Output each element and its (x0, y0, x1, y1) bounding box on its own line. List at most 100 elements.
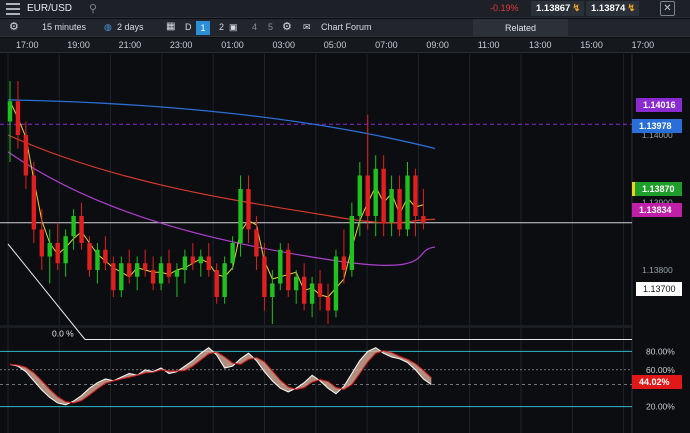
candle-body (405, 175, 410, 230)
candle-body (190, 256, 196, 264)
candle-body (71, 216, 76, 237)
red-moving-average (7, 134, 436, 224)
candle-body (365, 175, 370, 216)
candle-body (63, 236, 68, 264)
range-selector[interactable]: 2 days (117, 22, 144, 32)
candle-body (206, 256, 211, 270)
layout-4-button[interactable]: 4 (252, 22, 257, 32)
price-tag-current: 1.13870 (632, 182, 682, 196)
candle-body (31, 175, 37, 230)
time-label: 13:00 (529, 40, 552, 50)
interval-selector[interactable]: 15 minutes (42, 22, 86, 32)
bid-price-button[interactable]: 1.13867 ↯ (531, 1, 585, 16)
candle-body (15, 101, 21, 135)
time-label: 21:00 (118, 40, 142, 50)
candle-body (214, 270, 219, 297)
time-label: 07:00 (375, 40, 398, 50)
purple-moving-average (7, 151, 436, 266)
chart-settings-icon[interactable]: ⚙ (282, 20, 292, 33)
osc-fill (10, 347, 432, 405)
related-tab[interactable]: Related (473, 19, 568, 37)
candle-body (222, 263, 227, 297)
time-label: 17:00 (631, 40, 655, 50)
candle-body (198, 256, 203, 264)
candle-body (341, 256, 347, 270)
panel-divider (0, 325, 690, 328)
candlesticks (7, 81, 426, 324)
candle-body (142, 263, 148, 270)
time-label: 09:00 (426, 40, 449, 50)
candle-body (270, 283, 275, 297)
layout-1-button[interactable]: 1 (196, 21, 210, 35)
candle-body (262, 256, 267, 297)
candle-body (135, 263, 140, 277)
candle-body (333, 256, 339, 311)
candle-body (7, 101, 13, 122)
chart-type-d-button[interactable]: D (185, 22, 192, 32)
candle-body (317, 283, 323, 297)
candle-body (254, 229, 259, 257)
candle-body (381, 168, 386, 223)
candle-body (47, 243, 52, 257)
symbol-name[interactable]: EUR/USD (27, 3, 72, 14)
candle-body (174, 270, 180, 277)
time-label: 17:00 (16, 40, 39, 50)
price-change: -0.19% (490, 3, 519, 13)
candle-body (301, 276, 307, 304)
candle-body (389, 189, 394, 223)
hamburger-icon[interactable] (6, 3, 20, 15)
candle-body (158, 263, 164, 284)
oscillator-panel: 80.00% 60.00% 20.00% (0, 346, 675, 412)
candle-body (397, 189, 402, 230)
chart-grid: 1.140001.139001.138000.0 % (0, 54, 690, 433)
oscillator-current-value: 44.02% (632, 375, 682, 389)
candle-body (127, 263, 132, 277)
candle-body (150, 270, 156, 284)
candle-body (23, 135, 29, 176)
time-axis: 17:00 19:00 21:00 23:00 01:00 03:00 05:00 07:00… (0, 38, 690, 53)
chat-icon[interactable]: ✉ (303, 22, 311, 33)
calendar-icon[interactable]: ▦ (166, 21, 175, 32)
time-label: 03:00 (272, 40, 296, 50)
candle-body (87, 243, 92, 270)
candle-body (230, 243, 235, 264)
candle-body (246, 189, 251, 230)
candle-body (349, 216, 355, 270)
chart-toolbar: ⚙ 15 minutes ◍ 2 days ▦ D 1 2 ▣ 4 5 ⚙ ✉ … (0, 19, 690, 37)
price-tag-magenta: 1.13834 (632, 203, 682, 217)
bid-price: 1.13867 (536, 3, 571, 14)
osc-axis-label: 60.00% (646, 365, 675, 375)
candle-body (55, 243, 60, 264)
layout-grid-icon[interactable]: ▣ (229, 22, 238, 33)
candle-body (79, 216, 84, 243)
chart-forum-button[interactable]: Chart Forum (321, 22, 372, 32)
candle-body (286, 249, 291, 291)
lock-icon[interactable]: ◍ (104, 22, 112, 33)
candle-body (238, 189, 243, 243)
moving-averages (7, 99, 436, 298)
candle-body (325, 297, 331, 311)
price-tag-purple: 1.14016 (636, 98, 682, 112)
ask-price-button[interactable]: 1.13874 ↯ (586, 1, 640, 16)
layout-2-button[interactable]: 2 (219, 22, 224, 32)
candle-body (373, 168, 378, 216)
candle-body (278, 249, 283, 284)
close-icon[interactable]: ✕ (660, 1, 675, 16)
price-axis-label: 1.13800 (642, 265, 673, 275)
time-label: 15:00 (580, 40, 603, 50)
candle-body (309, 283, 315, 304)
time-label: 11:00 (477, 40, 500, 50)
price-tag-fib: 1.13700 (636, 282, 682, 296)
search-icon[interactable]: ⚲ (89, 2, 97, 15)
ask-price: 1.13874 (591, 3, 626, 14)
layout-5-button[interactable]: 5 (268, 22, 273, 32)
candle-body (95, 249, 100, 270)
top-bar: EUR/USD ⚲ -0.19% 1.13867 ↯ 1.13874 ↯ ✕ (0, 0, 690, 18)
candle-body (39, 229, 44, 257)
candle-body (111, 263, 116, 291)
settings-icon[interactable]: ⚙ (9, 20, 19, 33)
price-chart[interactable]: 1.140001.139001.138000.0 % 80.00%60.00%2… (0, 54, 690, 433)
osc-axis-label: 80.00% (646, 346, 675, 356)
time-label: 19:00 (67, 40, 90, 50)
fib-label: 0.0 % (52, 329, 74, 339)
